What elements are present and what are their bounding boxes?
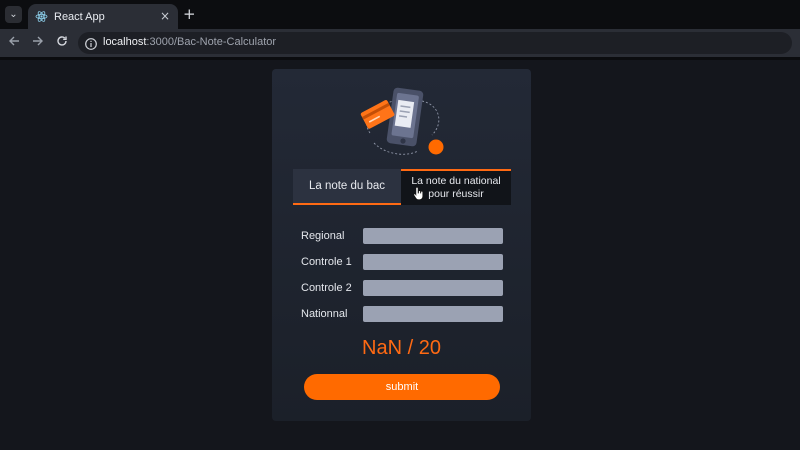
result-text: NaN / 20 bbox=[362, 337, 441, 359]
controle-1-input[interactable] bbox=[363, 254, 503, 270]
tab-bac-note[interactable]: La note du bac bbox=[293, 169, 401, 205]
nationnal-label: Nationnal bbox=[301, 308, 348, 320]
nationnal-row: Nationnal bbox=[301, 306, 506, 322]
toolbar-divider bbox=[0, 57, 800, 60]
address-bar[interactable]: localhost:3000/Bac-Note-Calculator bbox=[78, 32, 792, 54]
browser-tabstrip: ⌄ React App × + bbox=[0, 0, 800, 29]
browser-toolbar: localhost:3000/Bac-Note-Calculator bbox=[0, 29, 800, 57]
forward-arrow-icon[interactable] bbox=[30, 35, 46, 51]
react-icon bbox=[34, 10, 48, 24]
reload-icon[interactable] bbox=[54, 35, 70, 51]
controle-1-label: Controle 1 bbox=[301, 256, 352, 268]
regional-row: Regional bbox=[301, 228, 506, 244]
site-info-icon[interactable] bbox=[84, 36, 98, 50]
url-text: localhost:3000/Bac-Note-Calculator bbox=[103, 36, 276, 48]
hand-cursor-icon bbox=[413, 186, 424, 200]
browser-tab[interactable]: React App × bbox=[28, 4, 178, 29]
back-arrow-icon[interactable] bbox=[6, 35, 22, 51]
plus-icon[interactable]: + bbox=[183, 5, 196, 23]
calculator-illustration bbox=[360, 87, 444, 155]
controle-2-label: Controle 2 bbox=[301, 282, 352, 294]
nationnal-input[interactable] bbox=[363, 306, 503, 322]
calculator-card: La note du bac La note du national pour … bbox=[272, 69, 531, 421]
regional-label: Regional bbox=[301, 230, 345, 242]
url-path: :3000/Bac-Note-Calculator bbox=[146, 36, 277, 48]
close-icon[interactable]: × bbox=[160, 9, 170, 23]
controle-2-row: Controle 2 bbox=[301, 280, 506, 296]
tab-title: React App bbox=[54, 10, 105, 23]
controle-2-input[interactable] bbox=[363, 280, 503, 296]
tab-search-button[interactable]: ⌄ bbox=[5, 6, 22, 23]
regional-input[interactable] bbox=[363, 228, 503, 244]
chevron-down-icon: ⌄ bbox=[9, 9, 18, 20]
controle-1-row: Controle 1 bbox=[301, 254, 506, 270]
calculator-tabs: La note du bac La note du national pour … bbox=[293, 169, 511, 207]
url-host: localhost bbox=[103, 36, 147, 48]
submit-button[interactable]: submit bbox=[304, 374, 500, 400]
